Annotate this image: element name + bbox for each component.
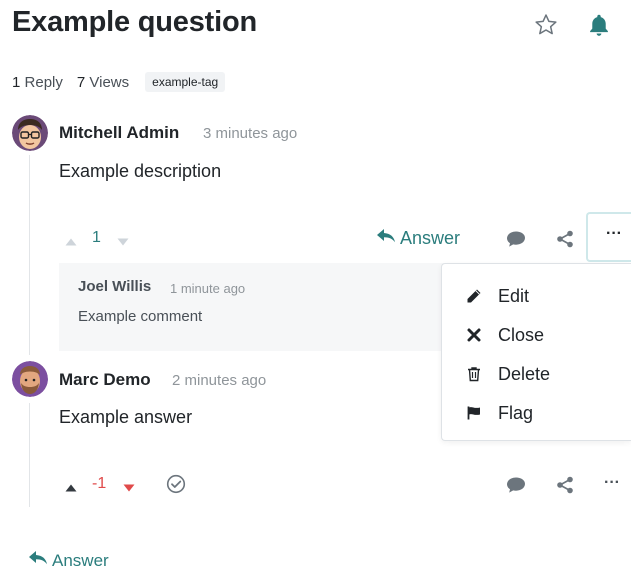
reply-count: 1 — [12, 73, 21, 91]
star-icon[interactable] — [533, 12, 559, 38]
trash-icon — [466, 366, 482, 382]
question-time: 3 minutes ago — [203, 125, 298, 142]
close-icon — [466, 327, 482, 343]
comment-author[interactable]: Joel Willis — [78, 278, 151, 295]
pencil-icon — [466, 288, 482, 304]
vote-count: -1 — [92, 475, 107, 492]
page-title: Example question — [12, 6, 257, 38]
view-label: Views — [89, 73, 130, 91]
dropdown-label-edit: Edit — [498, 285, 530, 306]
avatar[interactable] — [12, 115, 48, 151]
share-icon[interactable] — [555, 229, 579, 249]
more-icon: ··· — [606, 225, 622, 242]
tag-badge[interactable]: example-tag — [145, 72, 226, 92]
flag-icon — [466, 405, 482, 421]
question-author[interactable]: Mitchell Admin — [59, 123, 179, 143]
bell-icon[interactable] — [586, 12, 612, 38]
question-body: Example description — [59, 161, 222, 181]
comment-icon[interactable] — [505, 229, 529, 249]
upvote-icon[interactable] — [64, 234, 78, 246]
more-options-button[interactable]: ··· — [604, 474, 620, 492]
footer-answer-button[interactable]: Answer — [28, 550, 109, 571]
thread-line — [29, 155, 30, 355]
answer-time: 2 minutes ago — [172, 372, 267, 389]
answer-button[interactable]: Answer — [376, 228, 460, 249]
thread-line — [29, 403, 30, 507]
vote-count: 1 — [92, 229, 101, 246]
answer-body: Example answer — [59, 407, 193, 427]
upvote-icon[interactable] — [64, 480, 78, 492]
dropdown-label-flag: Flag — [498, 402, 534, 423]
dropdown-label-close: Close — [498, 324, 545, 345]
answer-author[interactable]: Marc Demo — [59, 370, 151, 390]
comment-text: Example comment — [78, 308, 203, 325]
reply-icon — [28, 550, 48, 571]
question-stats: 1 Reply 7 Views example-tag — [12, 70, 226, 94]
downvote-icon[interactable] — [116, 234, 130, 246]
dropdown-label-delete: Delete — [498, 363, 551, 384]
footer-answer-label: Answer — [52, 550, 109, 570]
avatar[interactable] — [12, 361, 48, 397]
downvote-icon[interactable] — [122, 480, 136, 492]
dropdown-item-edit[interactable]: Edit — [442, 279, 631, 313]
reply-label: Reply — [24, 73, 63, 91]
view-count: 7 — [76, 73, 86, 91]
answer-label: Answer — [400, 228, 461, 248]
accept-answer-icon[interactable] — [166, 474, 186, 494]
share-icon[interactable] — [555, 475, 579, 495]
reply-icon — [376, 228, 396, 249]
comment-time: 1 minute ago — [170, 281, 246, 296]
comment-icon[interactable] — [505, 475, 529, 495]
options-dropdown: Edit Close Delete Flag — [441, 263, 631, 441]
dropdown-item-close[interactable]: Close — [442, 318, 631, 352]
more-options-button[interactable]: ··· — [586, 212, 631, 262]
dropdown-item-flag[interactable]: Flag — [442, 396, 631, 430]
dropdown-item-delete[interactable]: Delete — [442, 357, 631, 391]
